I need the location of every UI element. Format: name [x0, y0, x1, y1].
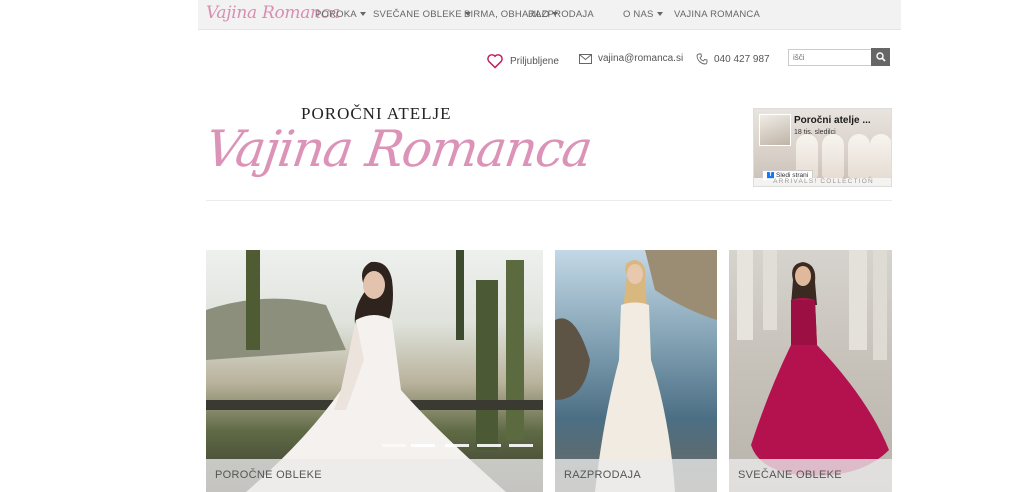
slider-dot[interactable]: [509, 444, 533, 447]
email-text: vajina@romanca.si: [598, 53, 684, 64]
facebook-banner-text: ARRIVALS! COLLECTION: [754, 178, 891, 186]
top-navbar: Vajina Romanca POROKA SVEČANE OBLEKE BIR…: [198, 0, 901, 30]
facebook-followers: 18 tis. sledilci: [794, 129, 836, 136]
nav-item-label: POROKA: [315, 9, 357, 20]
gown-thumbnail: [822, 134, 844, 178]
nav-item-label: VAJINA ROMANCA: [674, 9, 761, 20]
caret-down-icon: [359, 12, 366, 17]
bride-on-beach-photo: [555, 250, 717, 492]
search-button[interactable]: [871, 48, 890, 66]
header-divider: [206, 200, 892, 201]
tile-label: SVEČANE OBLEKE: [729, 459, 892, 492]
nav-item-label: O NAS: [623, 9, 654, 20]
facebook-profile-thumbnail: [759, 114, 791, 146]
search-input[interactable]: [788, 49, 872, 66]
tile-svecane-obleke[interactable]: SVEČANE OBLEKE: [729, 250, 892, 492]
nav-item-razprodaja[interactable]: RAZPRODAJA: [528, 9, 594, 20]
nav-item-label: RAZPRODAJA: [528, 9, 594, 20]
tile-label: RAZPRODAJA: [555, 459, 717, 492]
envelope-icon: [579, 53, 592, 64]
tile-poroce-obleke[interactable]: POROČNE OBLEKE: [206, 250, 543, 492]
script-logo[interactable]: Vajina Romanca: [202, 120, 595, 178]
phone-text: 040 427 987: [714, 53, 770, 65]
gown-thumbnail: [848, 134, 870, 178]
gown-thumbnail: [870, 134, 891, 178]
heart-icon: [487, 54, 503, 69]
tile-label: POROČNE OBLEKE: [206, 459, 543, 492]
phone-link[interactable]: 040 427 987: [696, 53, 770, 65]
facebook-page-name[interactable]: Poročni atelje ...: [794, 115, 871, 126]
tile-razprodaja[interactable]: RAZPRODAJA: [555, 250, 717, 492]
slider-dot[interactable]: [411, 444, 435, 447]
favorites-link[interactable]: Priljubljene: [486, 53, 559, 69]
nav-item-o-nas[interactable]: O NAS: [623, 9, 663, 20]
slider-dot[interactable]: [477, 444, 501, 447]
slider-dot[interactable]: [445, 444, 469, 447]
phone-icon: [696, 53, 708, 65]
nav-item-poroka[interactable]: POROKA: [315, 9, 366, 20]
search-icon: [875, 52, 886, 62]
slider-dot[interactable]: [382, 444, 406, 447]
bride-on-terrace-photo: [206, 250, 543, 492]
favorites-label: Priljubljene: [510, 55, 559, 67]
email-link[interactable]: vajina@romanca.si: [579, 53, 683, 64]
facebook-page-widget[interactable]: Poročni atelje ... 18 tis. sledilci f Sl…: [753, 108, 892, 187]
nav-item-svecane-obleke[interactable]: SVEČANE OBLEKE: [373, 9, 471, 20]
page: Vajina Romanca POROKA SVEČANE OBLEKE BIR…: [0, 0, 1024, 492]
nav-item-vajina-romanca[interactable]: VAJINA ROMANCA: [674, 9, 760, 20]
nav-item-label: SVEČANE OBLEKE: [373, 9, 462, 20]
evening-dress-photo: [737, 250, 889, 476]
caret-down-icon: [656, 12, 663, 17]
